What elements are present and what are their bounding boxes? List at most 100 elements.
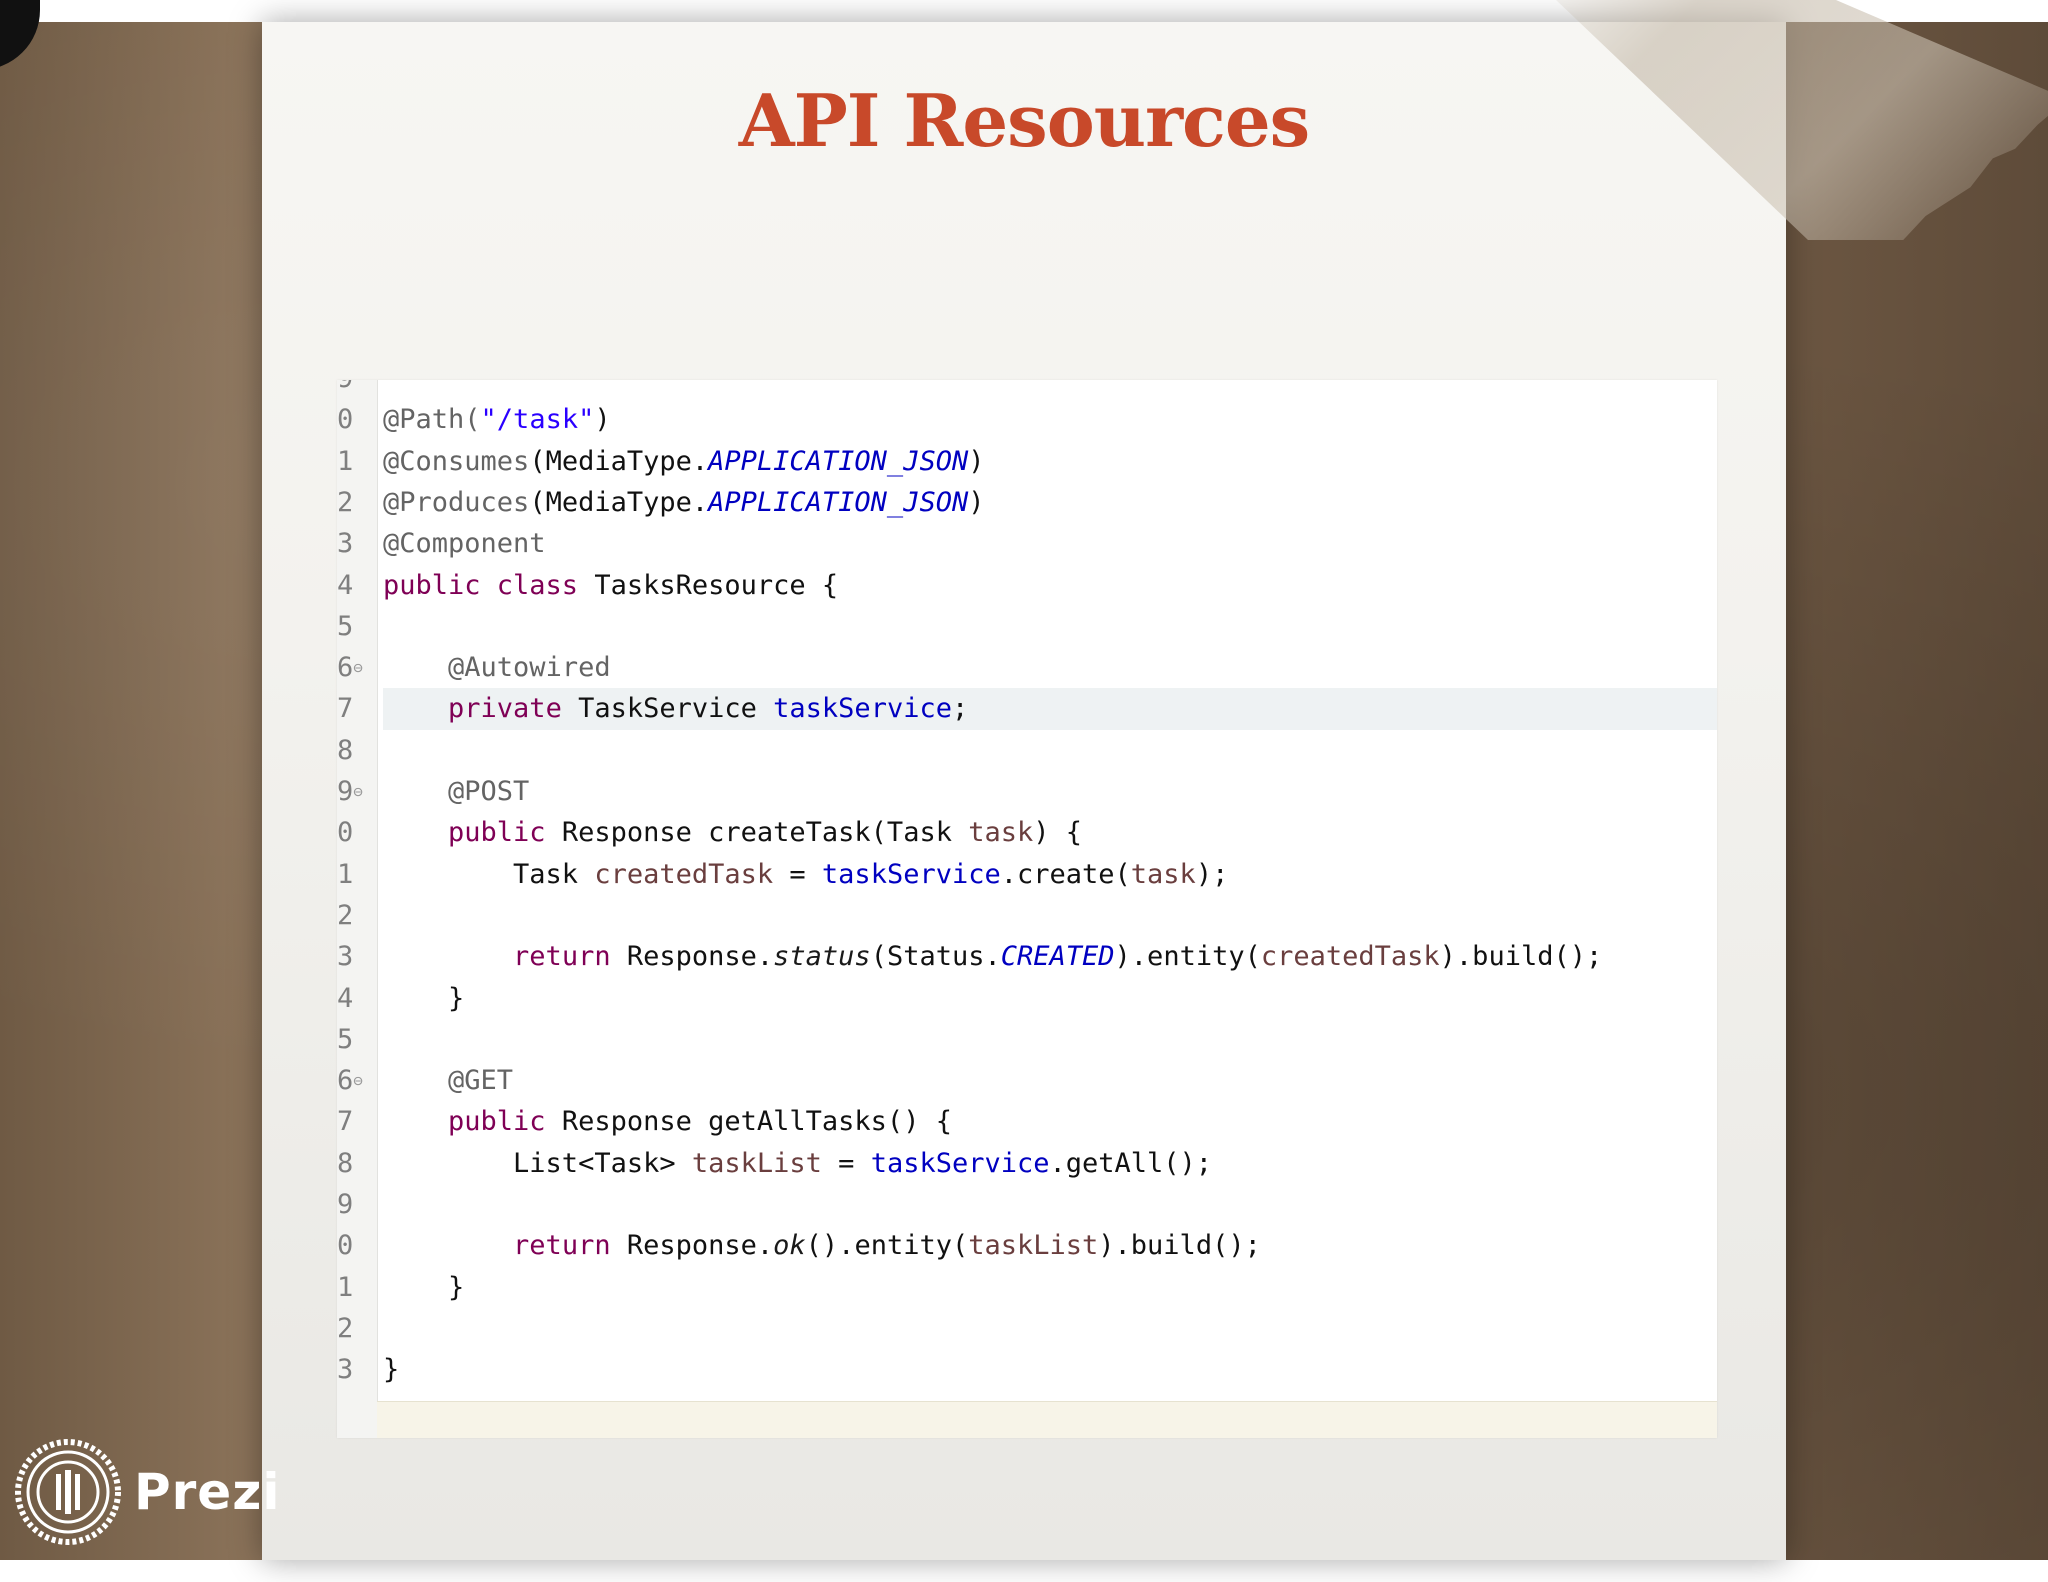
prezi-label: Prezi [134,1463,281,1521]
line-number-text: 1 [337,445,354,477]
code-line[interactable]: 5 [337,1019,1717,1060]
line-number: 4 [337,978,377,1019]
code-line[interactable]: 3 return Response.status(Status.CREATED)… [337,936,1717,977]
code-token: @GET [448,1065,514,1097]
line-number-text: 7 [337,693,354,725]
line-number: 9 [337,1184,377,1225]
code-editor[interactable]: 9 0@Path("/task")1@Consumes(MediaType.APP… [337,380,1717,1438]
code-line[interactable]: 8 List<Task> taskList = taskService.getA… [337,1143,1717,1184]
code-token: .create( [1000,858,1131,890]
code-line[interactable]: 6⊖ @GET [337,1060,1717,1101]
line-number-text: 6 [337,1065,354,1097]
line-number-text: 9 [337,380,353,394]
line-number: 2 [337,1308,377,1349]
code-token: List<Task> [383,1147,692,1179]
code-token: ; [951,693,969,725]
code-line[interactable]: 0 public Response createTask(Task task) … [337,812,1717,853]
code-line[interactable]: 2 [337,1308,1717,1349]
code-token: } [383,1271,465,1303]
code-token: (Status. [870,941,1001,973]
prezi-icon [15,1439,121,1545]
code-line[interactable]: 2 [337,895,1717,936]
code-token: public class [383,569,595,601]
code-line[interactable]: 0 return Response.ok().entity(taskList).… [337,1225,1717,1266]
fold-toggle-icon[interactable]: ⊖ [353,658,363,677]
line-number: 6⊖ [337,647,377,688]
code-line[interactable]: 7 public Response getAllTasks() { [337,1101,1717,1142]
code-line[interactable]: 4 public class TasksResource { [337,565,1717,606]
line-number: 9 [337,380,377,399]
code-token: ) [968,445,985,477]
code-text: @Produces(MediaType.APPLICATION_JSON) [383,482,1717,523]
code-text: @GET [383,1060,1717,1101]
line-number-text: 6 [337,652,354,684]
line-number-text: 2 [337,899,354,931]
code-line[interactable]: 7 private TaskService taskService; [337,688,1717,730]
code-token: ) [594,404,611,436]
line-number-text: 2 [337,1312,354,1344]
line-number-text: 9 [337,1189,354,1220]
code-token: task [1130,858,1196,890]
line-number-text: 8 [337,1147,354,1179]
code-line[interactable]: 6⊖ @Autowired [337,647,1717,688]
line-number-text: 3 [337,528,354,560]
code-token: taskList [691,1147,822,1179]
line-number: 8 [337,1143,377,1184]
code-token: ().entity( [805,1230,969,1262]
code-line[interactable]: 9 [337,1184,1717,1225]
line-number-text: 3 [337,941,354,973]
line-number: 8 [337,730,377,771]
code-token: ).entity( [1114,941,1261,973]
code-line[interactable]: 0 @Path("/task") [337,399,1717,440]
line-number: 3 [337,523,377,564]
code-line[interactable]: 9 [337,380,1717,399]
line-number-text: 0 [337,1230,354,1262]
code-line[interactable]: 8 [337,730,1717,771]
code-line[interactable]: 4 } [337,978,1717,1019]
code-token: private [448,693,579,725]
prezi-logo[interactable]: Prezi [12,1434,280,1550]
code-token: taskList [968,1230,1099,1262]
code-token: APPLICATION_JSON [708,445,969,477]
line-number-text: 1 [337,858,354,890]
code-text: public Response createTask(Task task) { [383,812,1717,853]
line-number-text: 3 [337,1354,354,1386]
code-text: return Response.ok().entity(taskList).bu… [383,1225,1717,1266]
code-token: = [773,858,822,890]
code-line[interactable]: 1 } [337,1267,1717,1308]
line-number: 2 [337,895,377,936]
code-line[interactable]: 2 @Produces(MediaType.APPLICATION_JSON) [337,482,1717,523]
fold-toggle-icon[interactable]: ⊖ [353,1071,363,1090]
fold-toggle-icon[interactable]: ⊖ [353,782,363,801]
code-token: TaskService [578,693,774,725]
code-line[interactable]: 1 Task createdTask = taskService.create(… [337,854,1717,895]
code-token: taskService [870,1147,1050,1179]
code-text: return Response.status(Status.CREATED).e… [383,936,1717,977]
code-token: return [513,941,627,973]
code-line[interactable]: 9⊖ @POST [337,771,1717,812]
code-token: @Autowired [448,652,611,684]
code-token: @Produces [383,486,530,518]
line-number: 4 [337,565,377,606]
code-line[interactable]: 3} [337,1349,1717,1390]
code-line[interactable]: 1 @Consumes(MediaType.APPLICATION_JSON) [337,441,1717,482]
code-text: @Component [383,523,1717,564]
code-text: @Autowired [383,647,1717,688]
line-number: 6⊖ [337,1060,377,1101]
code-line[interactable]: 5 [337,606,1717,647]
code-text: } [383,1349,1717,1390]
line-number: 0 [337,812,377,853]
code-token: (MediaType. [529,445,709,477]
code-token: = [821,1147,871,1179]
code-text: public class TasksResource { [383,565,1717,606]
code-line[interactable]: 3 @Component [337,523,1717,564]
line-number: 0 [337,1225,377,1266]
line-number: 2 [337,482,377,523]
code-token: ).build(); [1439,941,1603,973]
